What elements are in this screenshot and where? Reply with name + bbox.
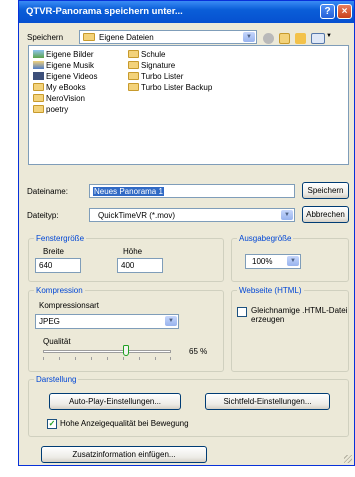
compression-type-value: JPEG [39,317,60,326]
group-title: Fenstergröße [34,234,87,243]
folder-icon [33,83,44,91]
height-input[interactable]: 400 [117,258,163,273]
chevron-down-icon[interactable]: ▼ [165,316,177,326]
list-item[interactable]: Eigene Videos [33,72,97,82]
views-dropdown-icon[interactable]: ▼ [326,33,332,39]
html-checkbox-label: Gleichnamige .HTML-Datei [251,306,348,315]
videos-folder-icon [33,72,44,80]
folder-icon [33,105,44,113]
close-button[interactable]: × [337,4,352,19]
height-label: Höhe [123,247,143,256]
width-label: Breite [43,247,64,256]
html-checkbox-label-2: erzeugen [251,315,285,324]
chevron-down-icon[interactable]: ▼ [243,32,255,42]
slider-tick [139,357,140,360]
list-item[interactable]: NeroVision [33,94,85,104]
save-in-value: Eigene Dateien [99,33,154,42]
list-item[interactable]: Eigene Bilder [33,50,94,60]
autoplay-settings-button[interactable]: Auto-Play-Einstellungen... [49,393,181,410]
width-value: 640 [39,261,53,270]
slider-tick [170,357,171,360]
output-size-value: 100% [252,257,273,266]
quality-slider-track[interactable] [43,350,171,353]
music-folder-icon [33,61,44,69]
folder-icon [33,94,44,102]
group-title: Kompression [34,286,85,295]
filetype-dropdown[interactable]: QuickTimeVR (*.mov) ▼ [89,208,295,222]
cancel-button[interactable]: Abbrechen [302,206,349,223]
save-dialog: QTVR-Panorama speichern unter... ? × Spe… [18,0,355,466]
high-quality-checkbox[interactable]: ✓ [47,419,57,429]
slider-tick [75,357,76,360]
list-item[interactable]: Eigene Musik [33,61,94,71]
quality-slider-thumb[interactable] [123,345,130,356]
width-input[interactable]: 640 [35,258,81,273]
resize-grip-icon[interactable] [344,455,352,463]
list-item[interactable]: Turbo Lister [128,72,183,82]
list-item[interactable]: Schule [128,50,165,60]
filename-input[interactable]: Neues Panorama 1 [89,184,295,198]
group-title: Darstellung [34,375,79,384]
view-settings-button[interactable]: Sichtfeld-Einstellungen... [205,393,330,410]
compression-type-label: Kompressionsart [39,301,100,310]
filetype-label: Dateityp: [27,211,59,220]
slider-tick [43,357,44,360]
title-bar[interactable]: QTVR-Panorama speichern unter... ? × [19,1,354,23]
high-quality-label: Hohe Anzeigequalität bei Bewegung [60,419,189,428]
folder-icon [128,61,139,69]
pictures-folder-icon [33,50,44,58]
views-icon[interactable] [311,33,325,44]
new-folder-icon[interactable] [295,33,306,44]
output-size-dropdown[interactable]: 100% ▼ [245,254,301,269]
list-item[interactable]: Turbo Lister Backup [128,83,212,93]
folder-icon [128,72,139,80]
filetype-value: QuickTimeVR (*.mov) [98,211,176,220]
list-item[interactable]: poetry [33,105,68,115]
list-item[interactable]: Signature [128,61,175,71]
filename-label: Dateiname: [27,187,68,196]
folder-icon [128,50,139,58]
html-checkbox[interactable] [237,307,247,317]
add-info-button[interactable]: Zusatzinformation einfügen... [41,446,207,463]
chevron-down-icon[interactable]: ▼ [287,256,299,266]
back-icon[interactable] [263,33,274,44]
slider-tick [155,357,156,360]
folder-icon [128,83,139,91]
group-title: Ausgabegröße [237,234,294,243]
folder-icon [83,33,95,41]
quality-value: 65 % [189,347,208,356]
up-folder-icon[interactable] [279,33,290,44]
slider-tick [107,357,108,360]
group-title: Webseite (HTML) [237,286,304,295]
filename-value: Neues Panorama 1 [93,187,164,196]
quality-label: Qualität [43,337,71,346]
webpage-group: Webseite (HTML) [231,286,349,372]
chevron-down-icon[interactable]: ▼ [281,210,293,220]
list-item[interactable]: My eBooks [33,83,86,93]
file-list[interactable]: Eigene Bilder Eigene Musik Eigene Videos… [28,45,349,165]
save-in-label: Speichern [27,33,64,42]
compression-type-dropdown[interactable]: JPEG ▼ [35,314,179,329]
slider-tick [59,357,60,360]
slider-tick [91,357,92,360]
slider-tick [123,357,124,360]
save-in-dropdown[interactable]: Eigene Dateien ▼ [79,30,257,44]
help-button[interactable]: ? [320,4,335,19]
height-value: 400 [121,261,135,270]
window-title: QTVR-Panorama speichern unter... [26,6,183,17]
save-button[interactable]: Speichern [302,182,349,199]
